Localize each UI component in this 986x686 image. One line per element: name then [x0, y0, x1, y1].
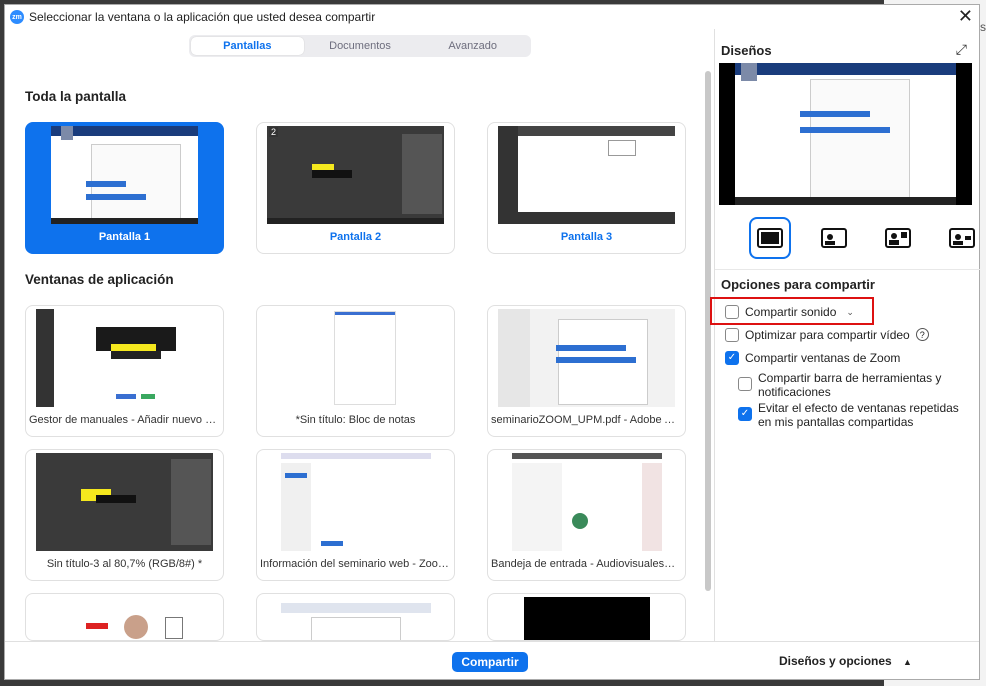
- layout-preview: [719, 63, 972, 205]
- scrollbar[interactable]: [705, 71, 711, 591]
- highlight-box: [710, 297, 874, 325]
- app-thumbnail: [267, 309, 444, 407]
- option-label: Compartir ventanas de Zoom: [745, 351, 901, 365]
- app-window-card[interactable]: seminarioZOOM_UPM.pdf - Adobe Acr...: [487, 305, 686, 437]
- tab-pantallas[interactable]: Pantallas: [191, 37, 304, 55]
- share-toolbar-option[interactable]: Compartir barra de herramientas y notifi…: [738, 371, 958, 399]
- caret-up-icon: ▲: [903, 657, 912, 667]
- layouts-title: Diseños: [721, 43, 772, 58]
- footer: Compartir Diseños y opciones ▲: [5, 641, 979, 679]
- screens-section-title: Toda la pantalla: [25, 89, 127, 104]
- tab-avanzado[interactable]: Avanzado: [416, 37, 529, 55]
- option-label: Optimizar para compartir vídeo: [745, 328, 910, 342]
- options-panel: Diseños ⤢ Opciones para compartir Compar…: [714, 29, 980, 641]
- layouts-options-button[interactable]: Diseños y opciones ▲: [779, 654, 912, 668]
- app-thumbnail: [512, 453, 662, 551]
- app-label: Bandeja de entrada - AudiovisualesMail..…: [491, 558, 682, 570]
- window-title: Seleccionar la ventana o la aplicación q…: [29, 10, 376, 24]
- checkbox[interactable]: [738, 377, 752, 391]
- screen-label: Pantalla 3: [560, 231, 613, 243]
- app-label: Información del seminario web - Zoom...: [260, 558, 451, 570]
- layout-picture-in-picture-icon[interactable]: [813, 217, 855, 259]
- expand-icon[interactable]: ⤢: [956, 41, 967, 58]
- close-icon[interactable]: ✕: [958, 7, 973, 25]
- screen-number: 2: [269, 127, 279, 137]
- zoom-logo-icon: zm: [10, 10, 24, 24]
- app-window-card[interactable]: Gestor de manuales - Añadir nuevo ma...: [25, 305, 224, 437]
- app-thumbnail: [50, 597, 200, 640]
- app-thumbnail: [281, 597, 431, 640]
- avoid-repeated-windows-option[interactable]: ✓ Evitar el efecto de ventanas repetidas…: [738, 401, 974, 429]
- app-window-card[interactable]: Información del seminario web - Zoom...: [256, 449, 455, 581]
- app-thumbnail: [281, 453, 431, 551]
- layouts-options-label: Diseños y opciones: [779, 654, 892, 668]
- share-button[interactable]: Compartir: [452, 652, 528, 672]
- app-window-card[interactable]: *Sin título: Bloc de notas: [256, 305, 455, 437]
- screen-label: Pantalla 2: [329, 231, 382, 243]
- option-label: Compartir barra de herramientas y notifi…: [758, 371, 942, 399]
- layout-screen-only-icon[interactable]: [749, 217, 791, 259]
- screen-thumbnail: 2: [267, 126, 444, 224]
- app-label: *Sin título: Bloc de notas: [295, 414, 416, 426]
- app-thumbnail: [36, 453, 213, 551]
- option-label: Evitar el efecto de ventanas repetidas e…: [758, 401, 959, 429]
- share-tabs: Pantallas Documentos Avanzado: [189, 35, 531, 57]
- share-zoom-windows-option[interactable]: ✓ Compartir ventanas de Zoom: [725, 351, 900, 365]
- optimize-video-option[interactable]: Optimizar para compartir vídeo ?: [725, 328, 929, 342]
- layout-side-by-side-icon[interactable]: [877, 217, 919, 259]
- screen-card-2[interactable]: 2 Pantalla 2: [256, 122, 455, 254]
- screen-card-1[interactable]: Pantalla 1: [25, 122, 224, 254]
- app-thumbnail: [36, 309, 213, 407]
- app-window-card[interactable]: Bandeja de entrada - AudiovisualesMail..…: [487, 449, 686, 581]
- app-thumbnail: [524, 597, 650, 640]
- app-window-card[interactable]: Sin título-3 al 80,7% (RGB/8#) *: [25, 449, 224, 581]
- app-window-card[interactable]: [487, 593, 686, 641]
- app-label: seminarioZOOM_UPM.pdf - Adobe Acr...: [491, 414, 682, 426]
- app-window-card[interactable]: [25, 593, 224, 641]
- tab-documentos[interactable]: Documentos: [304, 37, 417, 55]
- apps-section-title: Ventanas de aplicación: [25, 272, 174, 287]
- divider: [715, 269, 980, 270]
- screen-label: Pantalla 1: [98, 231, 151, 243]
- screen-card-3[interactable]: 3 Pantalla 3: [487, 122, 686, 254]
- title-bar: zm Seleccionar la ventana o la aplicació…: [5, 5, 979, 29]
- checkbox-checked[interactable]: ✓: [725, 351, 739, 365]
- layout-options: [749, 217, 983, 259]
- app-thumbnail: [498, 309, 675, 407]
- options-title: Opciones para compartir: [721, 277, 875, 292]
- app-label: Gestor de manuales - Añadir nuevo ma...: [29, 414, 220, 426]
- app-label: Sin título-3 al 80,7% (RGB/8#) *: [46, 558, 203, 570]
- app-window-card[interactable]: [256, 593, 455, 641]
- share-dialog: zm Seleccionar la ventana o la aplicació…: [4, 4, 980, 680]
- screen-thumbnail: [51, 126, 198, 224]
- layout-presenter-icon[interactable]: [941, 217, 983, 259]
- checkbox[interactable]: [725, 328, 739, 342]
- screen-thumbnail: 3: [498, 126, 675, 224]
- checkbox-checked[interactable]: ✓: [738, 407, 752, 421]
- help-icon[interactable]: ?: [915, 328, 929, 341]
